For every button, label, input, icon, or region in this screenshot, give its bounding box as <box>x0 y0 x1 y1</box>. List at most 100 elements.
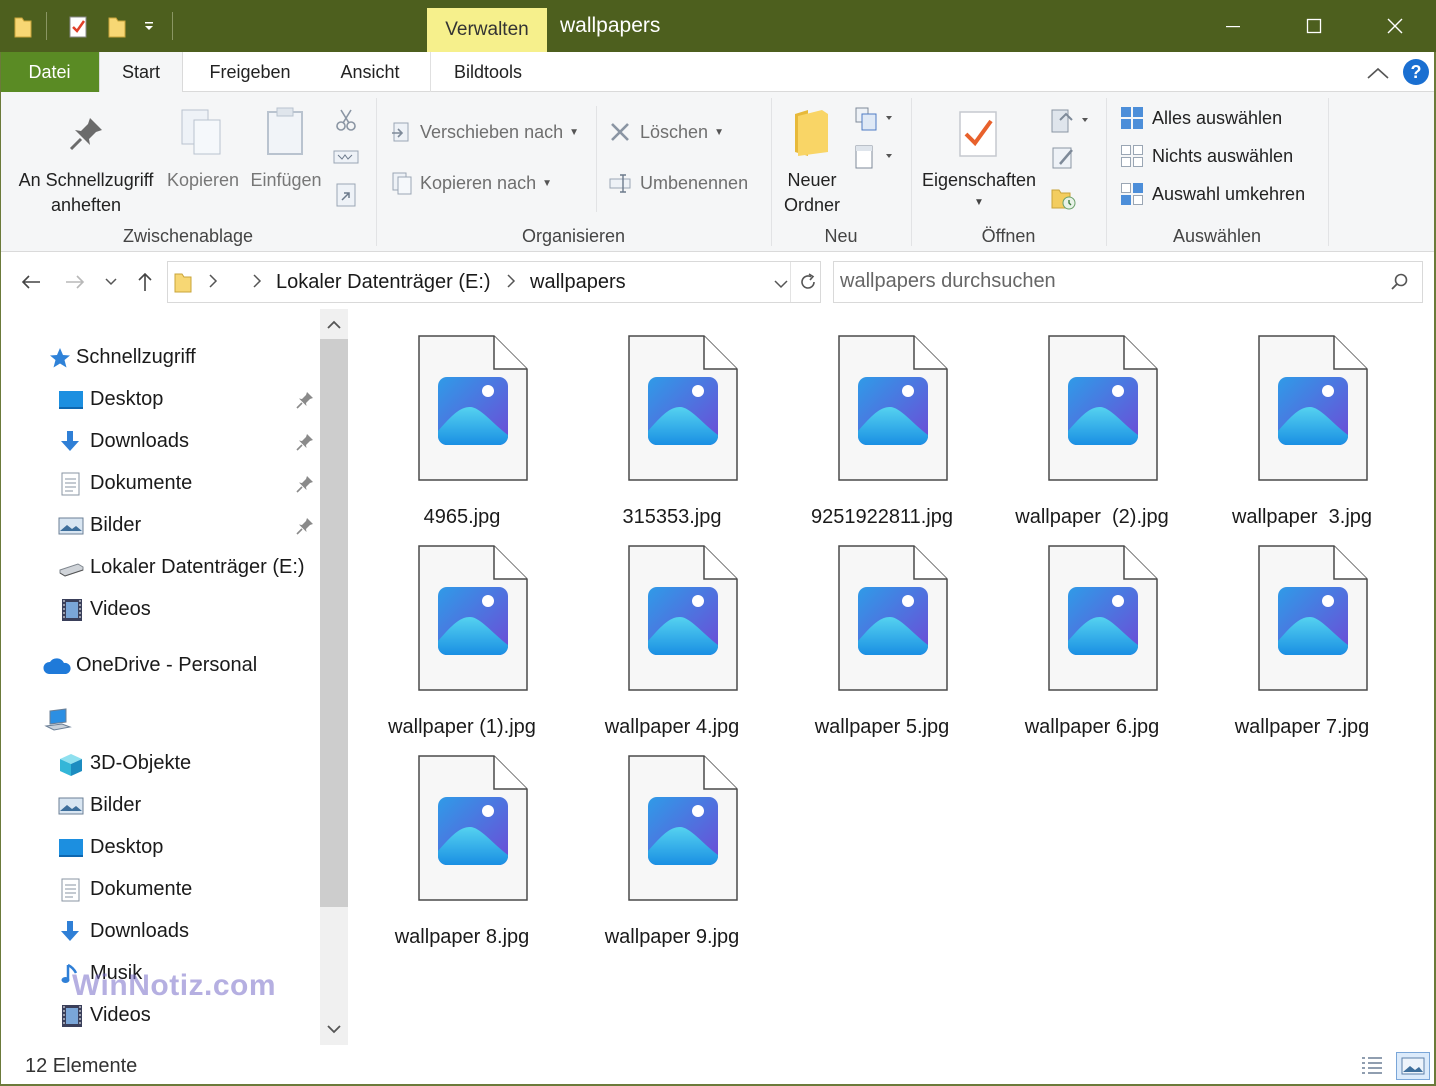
file-item[interactable]: wallpaper 9.jpg <box>572 739 772 948</box>
nav-this-pc[interactable] <box>0 700 320 740</box>
folder-icon <box>174 272 192 299</box>
search-box[interactable] <box>833 261 1423 303</box>
copy-to-button[interactable]: Kopieren nach ▼ <box>390 171 552 195</box>
file-name: wallpaper (2).jpg <box>1015 506 1169 528</box>
chevron-right-icon[interactable] <box>252 274 262 293</box>
file-item[interactable]: 4965.jpg <box>362 319 562 528</box>
file-item[interactable]: wallpaper (2).jpg <box>992 319 1192 528</box>
scroll-down-icon[interactable] <box>320 1015 348 1043</box>
select-all-icon <box>1121 107 1143 129</box>
folder-icon[interactable] <box>10 14 36 40</box>
file-item[interactable]: wallpaper 7.jpg <box>1202 529 1402 738</box>
select-all-button[interactable]: Alles auswählen <box>1120 106 1282 130</box>
recent-locations-icon[interactable] <box>99 269 123 295</box>
scroll-thumb[interactable] <box>320 339 348 907</box>
paste-shortcut-icon[interactable] <box>334 180 358 208</box>
new-folder-quick-icon[interactable] <box>104 14 130 40</box>
copy-path-icon[interactable] <box>332 148 360 166</box>
easy-access-icon[interactable] <box>854 144 896 170</box>
minimize-button[interactable] <box>1193 0 1273 52</box>
new-folder-icon[interactable] <box>792 106 832 158</box>
nav-item-desktop[interactable]: Desktop <box>0 828 320 868</box>
nav-item-documents[interactable]: Dokumente <box>0 870 320 910</box>
nav-item-documents[interactable]: Dokumente <box>0 464 320 504</box>
file-item[interactable]: wallpaper 6.jpg <box>992 529 1192 738</box>
edit-icon[interactable] <box>1050 144 1078 172</box>
delete-button[interactable]: Löschen ▼ <box>608 120 724 144</box>
copy-button[interactable]: Kopieren <box>164 168 242 193</box>
copy-icon[interactable] <box>178 106 226 158</box>
maximize-button[interactable] <box>1274 0 1354 52</box>
scroll-up-icon[interactable] <box>320 311 348 339</box>
nav-quick-access[interactable]: Schnellzugriff <box>0 338 320 378</box>
invert-selection-button[interactable]: Auswahl umkehren <box>1120 182 1305 206</box>
tab-datei[interactable]: Datei <box>0 52 99 92</box>
nav-item-desktop[interactable]: Desktop <box>0 380 320 420</box>
new-folder-label-line2: Ordner <box>783 195 841 215</box>
pin-icon[interactable] <box>64 112 108 156</box>
refresh-icon[interactable] <box>798 272 818 297</box>
breadcrumb-drive[interactable]: Lokaler Datenträger (E:) <box>276 271 491 294</box>
pin-icon[interactable] <box>296 517 314 535</box>
close-button[interactable] <box>1355 0 1435 52</box>
forward-arrow-icon[interactable] <box>62 269 88 295</box>
new-folder-button[interactable]: Neuer Ordner <box>772 168 852 218</box>
new-item-icon[interactable] <box>854 106 896 132</box>
search-icon[interactable] <box>1390 272 1410 297</box>
ribbon-tab-bar: Datei Start Freigeben Ansicht Bildtools <box>0 52 1436 93</box>
up-arrow-icon[interactable] <box>132 269 158 295</box>
file-item[interactable]: wallpaper 8.jpg <box>362 739 562 948</box>
pictures-icon <box>58 514 84 538</box>
documents-icon <box>60 472 84 496</box>
properties-quick-icon[interactable] <box>64 14 94 40</box>
file-item[interactable]: wallpaper 5.jpg <box>782 529 982 738</box>
tab-verwalten[interactable]: Verwalten <box>427 8 547 52</box>
properties-icon[interactable] <box>956 106 1002 158</box>
drive-icon <box>58 556 84 580</box>
pin-icon[interactable] <box>296 433 314 451</box>
chevron-right-icon[interactable] <box>208 274 218 293</box>
nav-item-pictures[interactable]: Bilder <box>0 786 320 826</box>
chevron-right-icon[interactable] <box>506 274 516 293</box>
open-icon[interactable] <box>1050 106 1092 134</box>
pin-icon[interactable] <box>296 391 314 409</box>
tab-freigeben[interactable]: Freigeben <box>190 52 310 92</box>
paste-button[interactable]: Einfügen <box>246 168 326 193</box>
pin-icon[interactable] <box>296 475 314 493</box>
file-item[interactable]: 315353.jpg <box>572 319 772 528</box>
file-item[interactable]: wallpaper (1).jpg <box>362 529 562 738</box>
rename-button[interactable]: Umbenennen <box>608 171 748 195</box>
tab-ansicht[interactable]: Ansicht <box>320 52 420 92</box>
file-name: wallpaper 6.jpg <box>1024 716 1160 738</box>
file-item[interactable]: 9251922811.jpg <box>782 319 982 528</box>
nav-item-downloads[interactable]: Downloads <box>0 422 320 462</box>
tab-bildtools[interactable]: Bildtools <box>430 52 545 92</box>
nav-item-local-drive[interactable]: Lokaler Datenträger (E:) <box>0 548 320 588</box>
details-view-icon[interactable] <box>1358 1052 1386 1080</box>
large-icons-view-icon[interactable] <box>1396 1052 1430 1080</box>
paste-icon[interactable] <box>262 106 310 158</box>
move-to-button[interactable]: Verschieben nach ▼ <box>390 120 579 144</box>
pin-quick-access-button[interactable]: An Schnellzugriff anheften <box>8 168 164 218</box>
nav-item-videos[interactable]: Videos <box>0 590 320 630</box>
history-icon[interactable] <box>1050 184 1078 212</box>
search-input[interactable] <box>840 270 1380 293</box>
chevron-up-icon[interactable] <box>1365 60 1391 86</box>
select-none-button[interactable]: Nichts auswählen <box>1120 144 1293 168</box>
nav-item-pictures[interactable]: Bilder <box>0 506 320 546</box>
customize-quick-access-icon[interactable] <box>138 14 160 40</box>
address-bar[interactable]: Lokaler Datenträger (E:) wallpapers <box>167 261 821 303</box>
help-icon[interactable]: ? <box>1403 59 1429 85</box>
tab-start[interactable]: Start <box>99 52 183 93</box>
back-arrow-icon[interactable] <box>18 269 44 295</box>
address-dropdown-icon[interactable] <box>774 277 788 295</box>
nav-scrollbar[interactable] <box>320 309 348 1045</box>
cut-icon[interactable] <box>334 108 358 132</box>
nav-item-3d-objects[interactable]: 3D-Objekte <box>0 744 320 784</box>
file-item[interactable]: wallpaper 4.jpg <box>572 529 772 738</box>
file-item[interactable]: wallpaper 3.jpg <box>1202 319 1402 528</box>
breadcrumb-folder[interactable]: wallpapers <box>530 271 626 294</box>
nav-item-downloads[interactable]: Downloads <box>0 912 320 952</box>
nav-onedrive[interactable]: OneDrive - Personal <box>0 646 320 686</box>
properties-button[interactable]: Eigenschaften ▼ <box>912 168 1046 213</box>
